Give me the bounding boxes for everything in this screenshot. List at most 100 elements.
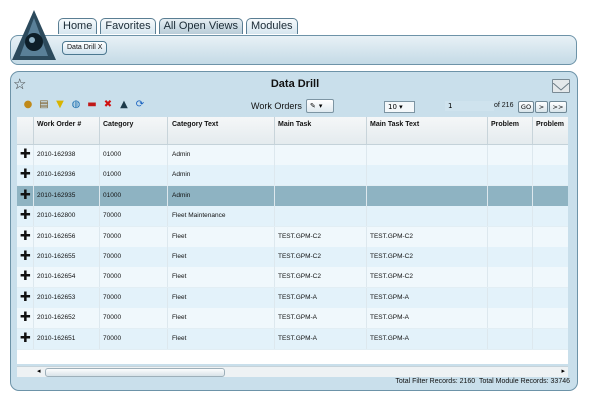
table-cell: 70000 (103, 314, 122, 322)
work-orders-label: Work Orders (251, 101, 302, 111)
table-cell: 70000 (103, 232, 122, 240)
table-cell: 70000 (103, 273, 122, 281)
expand-row-icon[interactable]: ✚ (20, 270, 31, 283)
page-size-select[interactable]: 10 ▾ (384, 101, 415, 113)
table-cell: 2010-162938 (37, 151, 76, 158)
last-page-button[interactable]: >> (549, 101, 567, 113)
table-cell: TEST.GPM-C2 (370, 232, 413, 240)
table-row[interactable]: ✚ 2010-162935 01000 Admin (17, 185, 568, 207)
star-icon[interactable]: ☆ (13, 76, 26, 92)
globe-icon[interactable]: ◍ (70, 99, 82, 111)
table-cell: Fleet (172, 334, 187, 342)
table-row[interactable]: ✚ 2010-162651 70000 Fleet TEST.GPM-A TEST.GPM… (17, 328, 568, 350)
table-cell: Fleet (172, 293, 187, 301)
print-icon[interactable]: ▤ (38, 99, 50, 111)
chevron-down-icon: ▾ (399, 103, 403, 111)
expand-row-icon[interactable]: ✚ (20, 148, 31, 161)
table-row[interactable]: ✚ 2010-162653 70000 Fleet TEST.GPM-A TEST.GPM… (17, 287, 568, 309)
page-of-label: of 216 (494, 102, 514, 109)
go-button[interactable]: GO (518, 101, 534, 113)
table-row[interactable]: ✚ 2010-162654 70000 Fleet TEST.GPM-C2 TEST.GP… (17, 267, 568, 289)
table-cell: Fleet Maintenance (172, 212, 226, 220)
column-header-main-task-text[interactable]: Main Task Text (370, 121, 419, 128)
tab-all-open-views[interactable]: All Open Views (158, 18, 243, 34)
column-header-problem-2[interactable]: Problem (536, 121, 564, 128)
table-cell: TEST.GPM-A (278, 314, 318, 322)
toolbar: ● ▤ ▼ ◍ ▬ ✖ ▲ ⟳ (22, 99, 146, 111)
total-filter-records: Total Filter Records: 2160 (395, 378, 476, 385)
table-cell: 2010-162936 (37, 171, 76, 179)
expand-row-icon[interactable]: ✚ (20, 291, 31, 304)
table-cell: TEST.GPM-A (370, 293, 410, 301)
table-cell: Admin (172, 151, 191, 158)
expand-row-icon[interactable]: ✚ (20, 168, 31, 181)
table-row[interactable]: ✚ 2010-162938 01000 Admin (17, 145, 568, 166)
panel-title: Data Drill (270, 78, 320, 90)
column-header-main-task[interactable]: Main Task (278, 121, 311, 128)
filter-icon[interactable]: ▼ (54, 99, 66, 111)
open-view-chip-data-drill[interactable]: Data Drill X (62, 41, 108, 55)
table-cell: 01000 (103, 151, 122, 158)
table-cell: 2010-162651 (37, 334, 76, 342)
scroll-left-icon[interactable]: ◂ (37, 367, 41, 375)
table-row[interactable]: ✚ 2010-162655 70000 Fleet TEST.GPM-C2 TEST.GP… (17, 247, 568, 268)
mail-icon[interactable] (552, 79, 570, 93)
table-row[interactable]: ✚ 2010-162800 70000 Fleet Maintenance (17, 206, 568, 228)
table-cell: 2010-162653 (37, 293, 76, 301)
data-grid: Work Order # Category Category Text Main… (17, 117, 568, 364)
table-cell: TEST.GPM-A (370, 334, 410, 342)
table-cell: Fleet (172, 232, 187, 240)
table-cell: TEST.GPM-C2 (278, 253, 321, 260)
record-totals: Total Filter Records: 2160 Total Module … (300, 378, 570, 385)
table-cell: 2010-162935 (37, 191, 76, 199)
sync-icon[interactable]: ⟳ (134, 99, 146, 111)
expand-row-icon[interactable]: ✚ (20, 311, 31, 324)
logo-icon (8, 8, 60, 64)
expand-row-icon[interactable]: ✚ (20, 209, 31, 222)
table-cell: 70000 (103, 334, 122, 342)
table-cell: TEST.GPM-A (278, 334, 318, 342)
tab-home[interactable]: Home (58, 18, 98, 34)
total-module-records: Total Module Records: 33746 (478, 378, 570, 385)
expand-row-icon[interactable]: ✚ (20, 250, 31, 263)
table-cell: 2010-162655 (37, 253, 76, 260)
toolbox-icon[interactable]: ▬ (86, 99, 98, 111)
table-row[interactable]: ✚ 2010-162936 01000 Admin (17, 165, 568, 187)
pencil-icon: ✎ (310, 102, 316, 110)
scrollbar-thumb[interactable] (45, 368, 225, 377)
column-header-work-order[interactable]: Work Order # (37, 121, 81, 128)
expand-row-icon[interactable]: ✚ (20, 332, 31, 345)
tab-favorites[interactable]: Favorites (100, 18, 156, 34)
navigate-icon[interactable]: ▲ (118, 99, 130, 111)
column-header-category[interactable]: Category (103, 121, 133, 128)
table-cell: 01000 (103, 171, 122, 179)
table-cell: Fleet (172, 253, 187, 260)
table-cell: 2010-162652 (37, 314, 76, 322)
work-orders-dropdown[interactable]: ✎ ▾ (306, 99, 334, 113)
column-header-problem[interactable]: Problem (491, 121, 519, 128)
column-header-category-text[interactable]: Category Text (172, 121, 218, 128)
table-cell: 2010-162656 (37, 232, 76, 240)
table-cell: TEST.GPM-C2 (370, 273, 413, 281)
grid-header: Work Order # Category Category Text Main… (17, 117, 568, 145)
table-cell: TEST.GPM-C2 (278, 232, 321, 240)
delete-icon[interactable]: ✖ (102, 99, 114, 111)
table-cell: Admin (172, 171, 191, 179)
table-cell: Fleet (172, 314, 187, 322)
tab-modules[interactable]: Modules (245, 18, 298, 34)
table-cell: 70000 (103, 253, 122, 260)
horizontal-scrollbar[interactable]: ◂ ▸ (17, 366, 568, 377)
expand-row-icon[interactable]: ✚ (20, 189, 31, 202)
table-cell: 01000 (103, 191, 122, 199)
chevron-down-icon: ▾ (318, 102, 323, 110)
table-row[interactable]: ✚ 2010-162652 70000 Fleet TEST.GPM-A TEST.GPM… (17, 308, 568, 330)
table-cell: 2010-162654 (37, 273, 76, 281)
table-row[interactable]: ✚ 2010-162656 70000 Fleet TEST.GPM-C2 TEST.GP… (17, 226, 568, 248)
table-cell: 70000 (103, 212, 122, 220)
table-cell: 70000 (103, 293, 122, 301)
page-number-input[interactable]: 1 (445, 101, 494, 111)
expand-row-icon[interactable]: ✚ (20, 230, 31, 243)
refresh-icon[interactable]: ● (22, 99, 34, 111)
next-page-button[interactable]: > (535, 101, 548, 113)
scroll-right-icon[interactable]: ▸ (561, 367, 565, 375)
